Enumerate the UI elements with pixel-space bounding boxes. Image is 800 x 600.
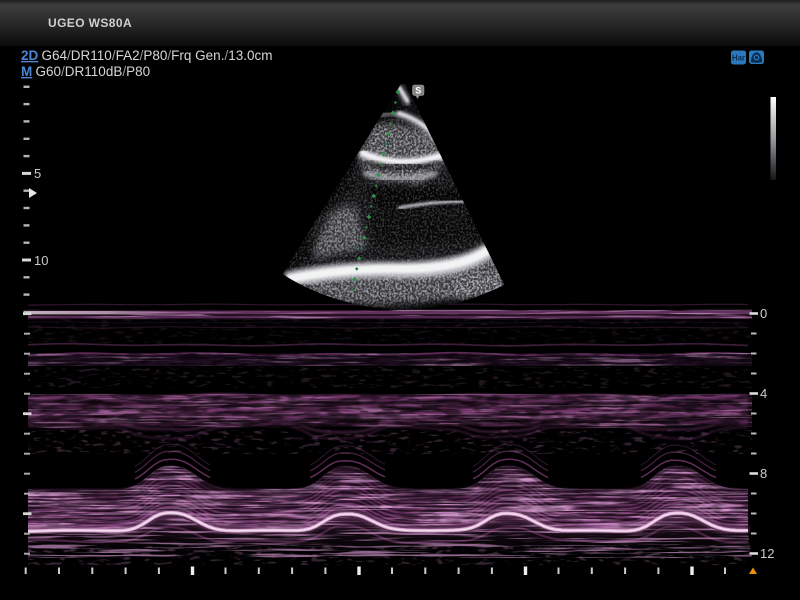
svg-text:0: 0 — [760, 306, 767, 321]
svg-text:5: 5 — [34, 166, 41, 181]
svg-text:10: 10 — [34, 253, 48, 268]
svg-text:4: 4 — [760, 386, 767, 401]
svg-text:S: S — [415, 86, 421, 96]
svg-text:12: 12 — [760, 546, 774, 561]
svg-text:G60/DR110dB/P80: G60/DR110dB/P80 — [36, 64, 151, 79]
svg-text:8: 8 — [760, 466, 767, 481]
svg-text:2D: 2D — [21, 48, 39, 63]
svg-text:G64/DR110/FA2/P80/Frq Gen./13.: G64/DR110/FA2/P80/Frq Gen./13.0cm — [42, 48, 273, 63]
svg-text:UGEO WS80A: UGEO WS80A — [48, 16, 132, 30]
svg-text:M: M — [21, 64, 32, 79]
svg-text:Har: Har — [732, 54, 745, 63]
